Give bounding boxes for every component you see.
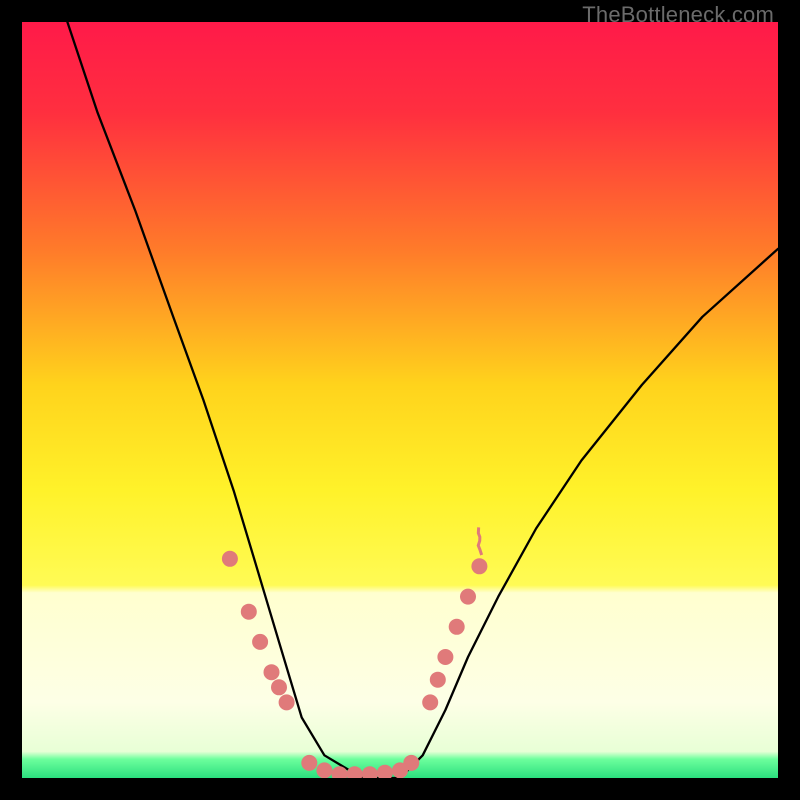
curve-marker	[471, 558, 487, 574]
plot-area	[22, 22, 778, 778]
curve-marker	[449, 619, 465, 635]
chart-svg	[22, 22, 778, 778]
curve-marker	[422, 694, 438, 710]
curve-marker	[437, 649, 453, 665]
outer-frame: TheBottleneck.com	[0, 0, 800, 800]
curve-marker	[241, 604, 257, 620]
curve-marker	[430, 672, 446, 688]
curve-marker	[271, 679, 287, 695]
curve-marker	[222, 551, 238, 567]
watermark-text: TheBottleneck.com	[582, 2, 774, 28]
curve-marker	[460, 589, 476, 605]
curve-marker	[252, 634, 268, 650]
curve-marker	[403, 755, 419, 771]
curve-marker	[279, 694, 295, 710]
curve-marker	[316, 762, 332, 778]
curve-marker	[301, 755, 317, 771]
curve-marker	[264, 664, 280, 680]
gradient-bg	[22, 22, 778, 778]
